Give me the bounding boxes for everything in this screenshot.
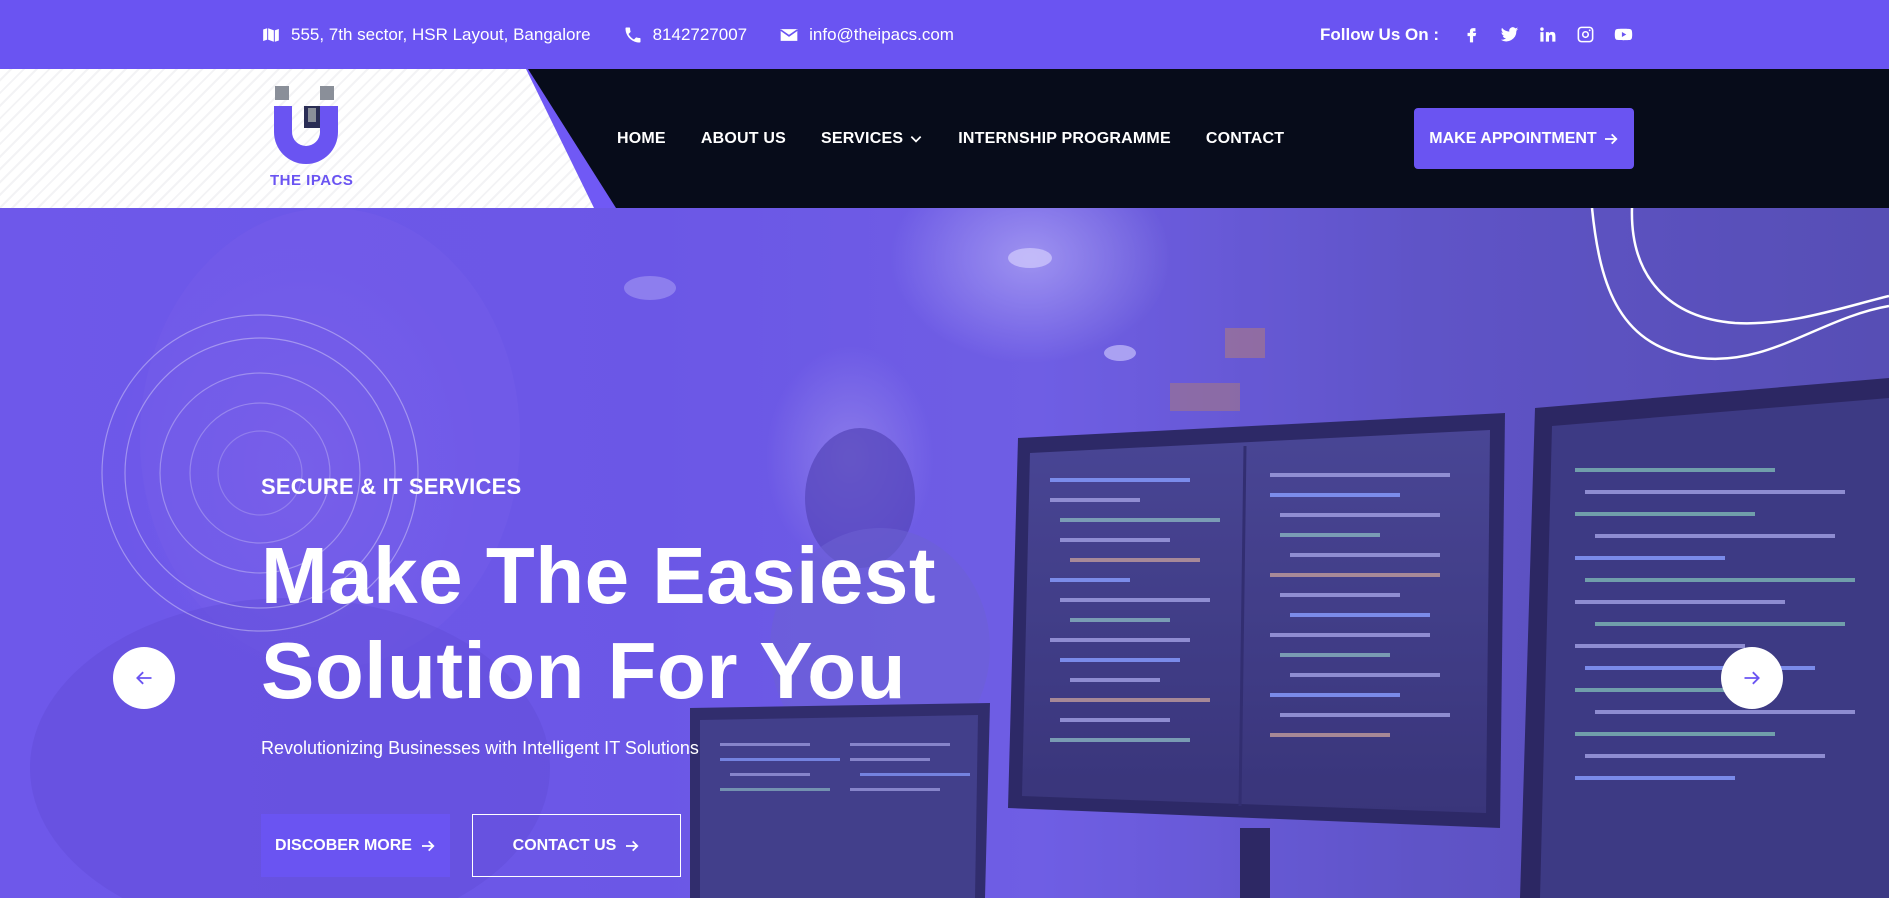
top-bar: 555, 7th sector, HSR Layout, Bangalore 8… xyxy=(0,0,1889,69)
arrow-left-icon xyxy=(136,671,152,685)
logo-text: THE IPACS xyxy=(270,172,354,189)
hero-slider: SECURE & IT SERVICES Make The Easiest So… xyxy=(0,208,1889,898)
nav-internship[interactable]: INTERNSHIP PROGRAMME xyxy=(958,130,1171,148)
hero-headline: Make The Easiest Solution For You xyxy=(261,528,936,718)
nav-contact-label: CONTACT xyxy=(1205,129,1285,147)
arrow-right-icon xyxy=(421,840,435,851)
hero-headline-line2: Solution For You xyxy=(261,626,906,715)
nav-home[interactable]: HOME xyxy=(617,130,666,148)
contact-us-label: CONTACT US xyxy=(512,836,617,854)
hero-headline-line1: Make The Easiest xyxy=(261,531,936,620)
follow-label: Follow Us On : xyxy=(1320,24,1439,44)
arrow-right-icon xyxy=(1744,671,1760,685)
twitter-icon[interactable] xyxy=(1499,25,1519,45)
phone-item[interactable]: 8142727007 xyxy=(623,25,748,45)
hero-subtitle: Revolutionizing Businesses with Intellig… xyxy=(261,738,699,758)
discover-more-button[interactable]: DISCOBER MORE xyxy=(261,814,450,877)
map-icon xyxy=(262,26,280,43)
nav-about-label: ABOUT US xyxy=(700,129,786,147)
make-appointment-button[interactable]: MAKE APPOINTMENT xyxy=(1414,108,1634,169)
make-appointment-label: MAKE APPOINTMENT xyxy=(1429,129,1597,147)
social-links: Follow Us On : xyxy=(1320,0,1633,69)
nav-about[interactable]: ABOUT US xyxy=(701,130,786,148)
nav-home-label: HOME xyxy=(617,129,666,147)
facebook-icon[interactable] xyxy=(1461,25,1481,45)
envelope-icon xyxy=(780,28,798,41)
nav-contact[interactable]: CONTACT xyxy=(1206,130,1284,148)
nav-internship-label: INTERNSHIP PROGRAMME xyxy=(958,129,1171,147)
address-text: 555, 7th sector, HSR Layout, Bangalore xyxy=(291,24,591,44)
decorative-curves xyxy=(1590,208,1889,361)
main-nav: HOME ABOUT US SERVICES INTERNSHIP PROGRA… xyxy=(617,69,1284,208)
youtube-icon[interactable] xyxy=(1613,25,1633,45)
phone-icon xyxy=(625,27,641,42)
hero-eyebrow: SECURE & IT SERVICES xyxy=(261,474,522,499)
slider-prev-button[interactable] xyxy=(113,647,175,709)
discover-more-label: DISCOBER MORE xyxy=(275,836,412,854)
email-item[interactable]: info@theipacs.com xyxy=(779,25,954,45)
contact-info: 555, 7th sector, HSR Layout, Bangalore 8… xyxy=(261,0,954,69)
main-header: THE IPACS HOME ABOUT US SERVICES INTERNS… xyxy=(0,69,1889,208)
chevron-down-icon xyxy=(910,135,922,143)
linkedin-icon[interactable] xyxy=(1537,25,1557,45)
arrow-right-icon xyxy=(1604,133,1618,144)
email-text[interactable]: info@theipacs.com xyxy=(809,25,954,45)
arrow-right-icon xyxy=(626,840,639,851)
instagram-icon[interactable] xyxy=(1575,25,1595,45)
nav-services-label: SERVICES xyxy=(820,129,904,147)
address-item: 555, 7th sector, HSR Layout, Bangalore xyxy=(261,25,591,45)
nav-services[interactable]: SERVICES xyxy=(821,130,923,148)
slider-next-button[interactable] xyxy=(1721,647,1783,709)
phone-text[interactable]: 8142727007 xyxy=(653,25,748,45)
contact-us-button[interactable]: CONTACT US xyxy=(472,814,681,877)
